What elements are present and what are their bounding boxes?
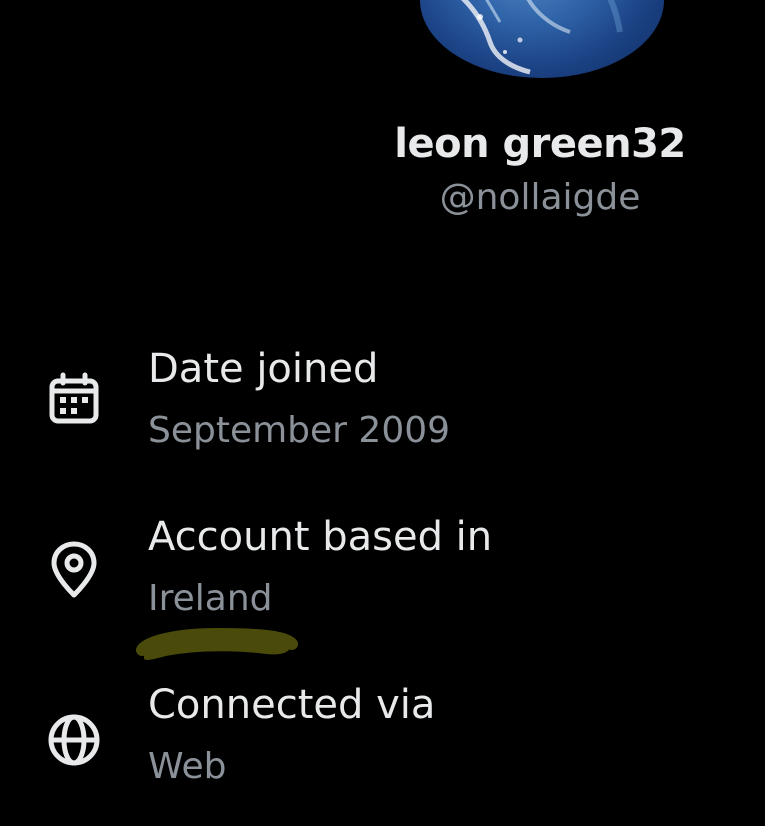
connected-via-value: Web	[148, 746, 227, 787]
date-joined-label: Date joined	[148, 346, 379, 392]
account-based-in-label: Account based in	[148, 514, 493, 560]
account-based-in-row: Account based in Ireland	[0, 514, 765, 634]
calendar-icon	[44, 369, 104, 429]
avatar[interactable]	[420, 0, 664, 78]
display-name: leon green32	[394, 121, 686, 167]
connected-via-label: Connected via	[148, 682, 436, 728]
location-pin-icon	[44, 540, 104, 600]
account-based-in-value: Ireland	[148, 578, 273, 619]
username-handle: @nollaigde	[439, 177, 641, 218]
date-joined-value: September 2009	[148, 410, 451, 451]
connected-via-row: Connected via Web	[0, 682, 765, 802]
marker-scribble	[136, 620, 298, 674]
date-joined-row: Date joined September 2009	[0, 346, 765, 466]
globe-icon	[44, 710, 104, 770]
avatar-earth-image	[460, 0, 623, 75]
